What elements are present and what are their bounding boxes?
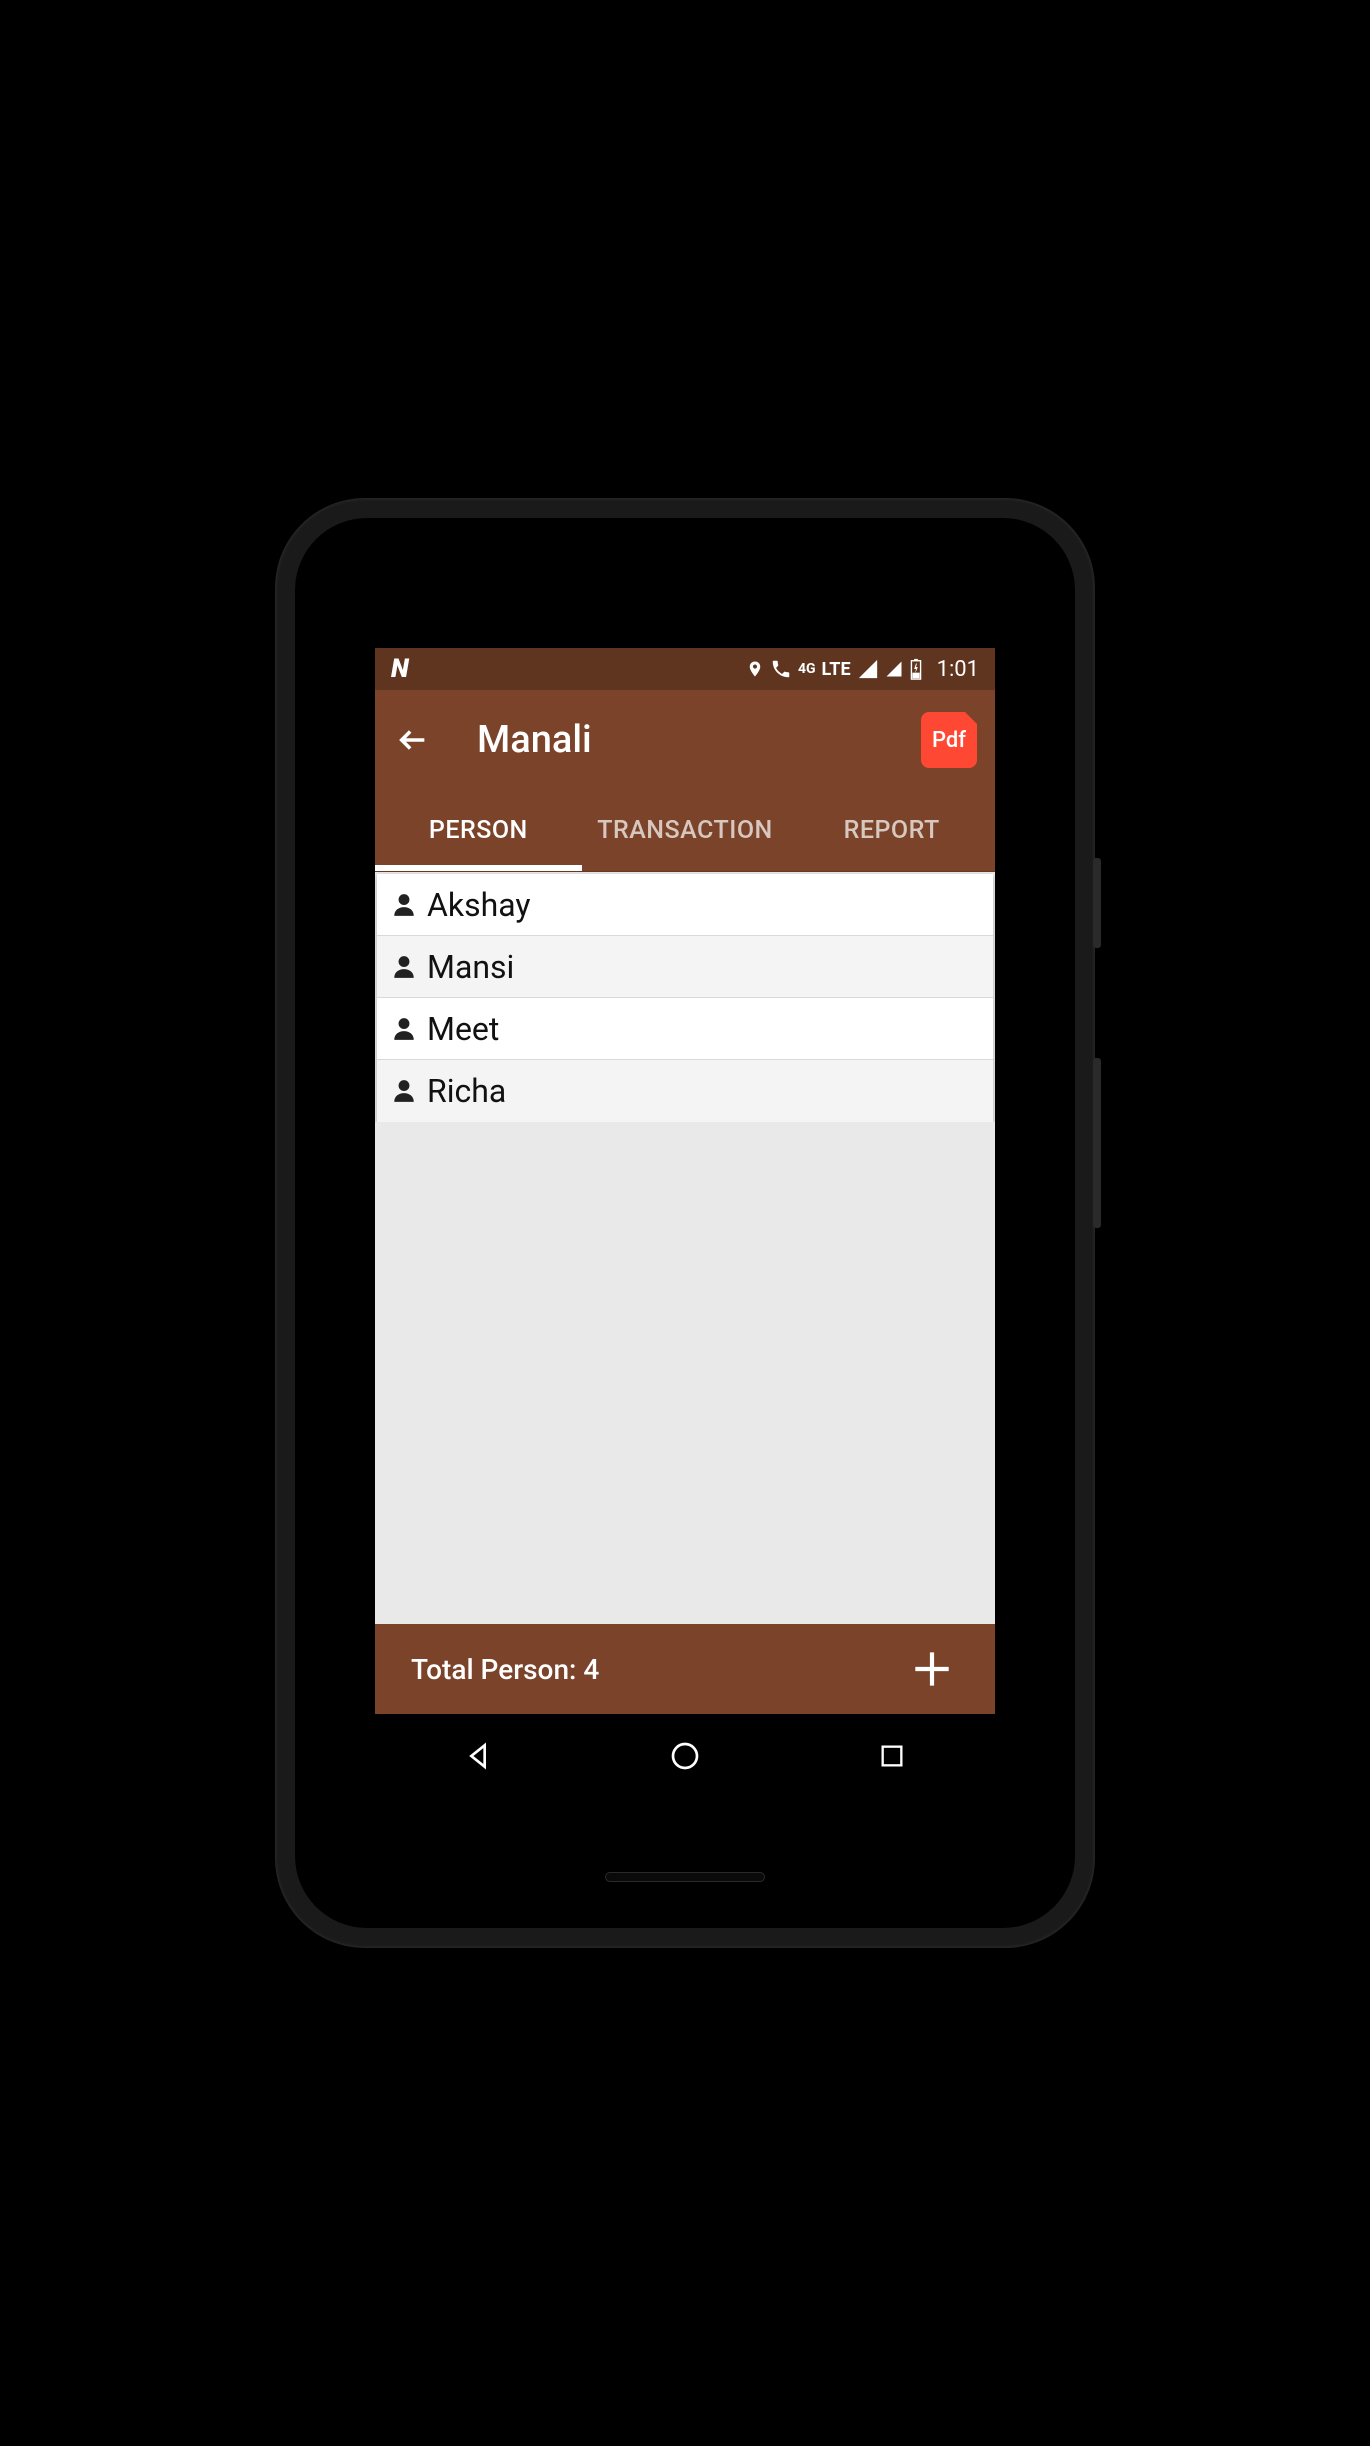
footer-bar: Total Person: 4 — [375, 1624, 995, 1714]
notification-icon: N — [391, 654, 409, 684]
location-icon — [746, 658, 764, 680]
nav-recent-button[interactable] — [852, 1732, 932, 1780]
wifi-call-icon — [770, 658, 792, 680]
person-icon — [391, 954, 417, 980]
person-icon — [391, 1016, 417, 1042]
android-nav-bar — [375, 1714, 995, 1798]
tab-bar: PERSON TRANSACTION REPORT — [375, 790, 995, 872]
back-button[interactable] — [393, 720, 433, 760]
tab-transaction[interactable]: TRANSACTION — [582, 790, 789, 871]
add-person-button[interactable] — [905, 1642, 959, 1696]
total-person-label: Total Person: 4 — [411, 1653, 905, 1686]
plus-icon — [907, 1644, 957, 1694]
4g-indicator: 4G — [798, 662, 816, 676]
empty-area — [375, 1122, 995, 1624]
phone-side-button — [1093, 858, 1101, 948]
person-name: Mansi — [427, 948, 514, 986]
person-name: Meet — [427, 1010, 499, 1048]
person-name: Richa — [427, 1072, 506, 1110]
pdf-label: Pdf — [932, 728, 966, 753]
nav-back-button[interactable] — [438, 1732, 518, 1780]
square-recent-icon — [878, 1742, 906, 1770]
phone-frame: N 4G LTE 1:01 Manali — [275, 498, 1095, 1948]
list-item[interactable]: Richa — [377, 1060, 993, 1122]
arrow-left-icon — [396, 723, 430, 757]
list-item[interactable]: Mansi — [377, 936, 993, 998]
list-item[interactable]: Akshay — [377, 874, 993, 936]
status-bar: N 4G LTE 1:01 — [375, 648, 995, 690]
export-pdf-button[interactable]: Pdf — [921, 712, 977, 768]
person-icon — [391, 1078, 417, 1104]
battery-icon — [909, 658, 923, 680]
phone-side-button — [1093, 1058, 1101, 1228]
tab-label: TRANSACTION — [597, 816, 773, 845]
app-bar: Manali Pdf — [375, 690, 995, 790]
phone-mic — [605, 1872, 765, 1882]
signal-icon — [857, 658, 879, 680]
person-name: Akshay — [427, 886, 531, 924]
person-icon — [391, 892, 417, 918]
list-item[interactable]: Meet — [377, 998, 993, 1060]
triangle-back-icon — [462, 1740, 494, 1772]
signal-icon — [885, 660, 903, 678]
person-list: Akshay Mansi Meet Richa — [377, 874, 993, 1122]
tab-report[interactable]: REPORT — [788, 790, 995, 871]
circle-home-icon — [669, 1740, 701, 1772]
tab-person[interactable]: PERSON — [375, 790, 582, 871]
tab-label: PERSON — [429, 816, 528, 845]
clock: 1:01 — [937, 657, 979, 682]
page-title: Manali — [477, 718, 921, 762]
nav-home-button[interactable] — [645, 1732, 725, 1780]
lte-indicator: LTE — [822, 659, 851, 680]
app-screen: N 4G LTE 1:01 Manali — [375, 648, 995, 1798]
tab-label: REPORT — [844, 816, 940, 845]
